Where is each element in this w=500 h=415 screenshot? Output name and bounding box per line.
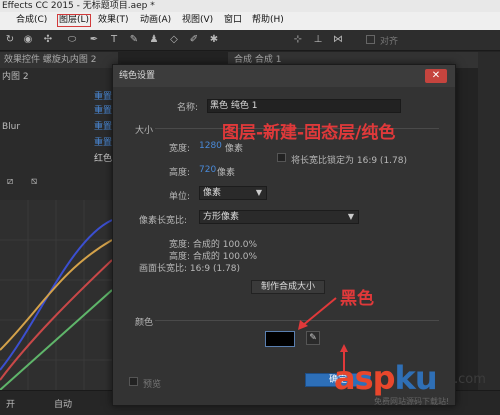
menu-animation[interactable]: 动画(A) — [140, 15, 171, 26]
pixel-aspect-value: 方形像素 — [203, 212, 240, 222]
brush-tool-icon[interactable]: ✎ — [128, 34, 140, 46]
solid-settings-dialog: 纯色设置 ✕ 名称: 黑色 纯色 1 大小 宽度: 1280 像素 高度: 72… — [112, 64, 456, 406]
camera-tool-icon[interactable]: ◉ — [22, 34, 34, 46]
menu-window[interactable]: 窗口 — [224, 15, 242, 26]
pixel-aspect-dropdown[interactable]: 方形像素 ▼ — [199, 210, 359, 224]
type-tool-icon[interactable]: T — [108, 34, 120, 46]
effect-row: 重置 — [0, 104, 118, 119]
name-label: 名称: — [177, 103, 199, 113]
right-panel — [478, 52, 500, 390]
height-unit: 像素 — [217, 168, 236, 178]
preview-label: 预览 — [143, 380, 162, 390]
toolbar: ↻ ◉ ✣ ⬭ ✒ T ✎ ♟ ◇ ✐ ✱ ⊹ ⊥ ⋈ 对齐 — [0, 30, 500, 51]
watermark: aspku .com 免费网站源码下载站! — [334, 360, 500, 406]
menu-effect[interactable]: 效果(T) — [98, 15, 129, 26]
size-section-label: 大小 — [135, 126, 154, 136]
units-dropdown[interactable]: 像素 ▼ — [199, 186, 267, 200]
height-value[interactable]: 720 — [199, 165, 216, 175]
effect-row: 重置 — [0, 136, 118, 151]
snap-checkbox[interactable] — [366, 35, 375, 44]
effect-controls-panel: 效果控件 螺旋丸内图 2 内图 2 重置 重置 Blur 重置 重置 红色 ⧄ … — [0, 52, 118, 391]
curve-graph[interactable] — [0, 200, 113, 391]
reset-link[interactable]: 重置 — [94, 104, 112, 119]
menu-help[interactable]: 帮助(H) — [252, 15, 284, 26]
lock-aspect-label: 将长宽比锁定为 16:9 (1.78) — [291, 156, 407, 166]
clone-stamp-tool-icon[interactable]: ♟ — [148, 34, 160, 46]
pen-tool-icon[interactable]: ✒ — [88, 34, 100, 46]
bottom-left-label: 开 — [6, 400, 16, 410]
roto-brush-tool-icon[interactable]: ✐ — [188, 34, 200, 46]
info-frame-aspect: 画面长宽比: 16:9 (1.78) — [139, 264, 241, 274]
chevron-down-icon: ▼ — [347, 212, 354, 221]
effect-row: 重置 — [0, 90, 118, 105]
watermark-subtitle: 免费网站源码下载站! — [374, 397, 450, 406]
reset-link[interactable]: 重置 — [94, 136, 112, 151]
units-label: 单位: — [169, 192, 191, 202]
puppet-tool-icon[interactable]: ✱ — [208, 34, 220, 46]
reset-link[interactable]: 重置 — [94, 120, 112, 135]
effect-label: Blur — [2, 122, 21, 132]
curve-graph-svg — [0, 200, 113, 391]
menu-composition[interactable]: 合成(C) — [16, 15, 47, 26]
preview-checkbox[interactable] — [129, 377, 138, 386]
pixel-aspect-label: 像素长宽比: — [139, 216, 188, 226]
color-section-label: 颜色 — [135, 318, 154, 328]
watermark-logo: aspku — [334, 359, 438, 397]
width-value[interactable]: 1280 — [199, 141, 222, 151]
color-swatch[interactable] — [265, 331, 295, 347]
close-button[interactable]: ✕ — [425, 69, 447, 83]
annotation-menu-path: 图层-新建-固态层/纯色 — [222, 123, 396, 143]
reset-link[interactable]: 重置 — [94, 90, 112, 105]
auto-button[interactable]: 自动 — [54, 397, 72, 410]
section-divider — [155, 320, 439, 321]
width-label: 宽度: — [169, 144, 191, 154]
rotate-tool-icon[interactable]: ↻ — [4, 34, 16, 46]
annotation-black: 黑色 — [340, 289, 374, 309]
effect-row: 红色 — [0, 152, 118, 167]
dialog-title: 纯色设置 — [113, 65, 455, 87]
pan-behind-tool-icon[interactable]: ✣ — [42, 34, 54, 46]
align-icon[interactable]: ⊥ — [312, 34, 324, 46]
snap-label: 对齐 — [380, 37, 399, 47]
graph-option-icon[interactable]: ⧅ — [28, 176, 40, 188]
eraser-tool-icon[interactable]: ◇ — [168, 34, 180, 46]
menu-view[interactable]: 视图(V) — [182, 15, 213, 26]
graph-toggle-icon[interactable]: ⧄ — [4, 176, 16, 188]
menu-bar: 合成(C) 图层(L) 效果(T) 动画(A) 视图(V) 窗口 帮助(H) — [0, 12, 500, 30]
make-comp-size-button[interactable]: 制作合成大小 — [251, 280, 325, 294]
chevron-down-icon: ▼ — [255, 188, 262, 197]
ellipse-tool-icon[interactable]: ⬭ — [66, 34, 78, 46]
menu-layer[interactable]: 图层(L) — [56, 14, 92, 27]
watermark-tld: .com — [454, 372, 486, 387]
units-value: 像素 — [203, 188, 222, 198]
channel-value[interactable]: 红色 — [94, 152, 112, 167]
distribute-icon[interactable]: ⋈ — [332, 34, 344, 46]
effect-row: Blur 重置 — [0, 120, 118, 135]
name-field[interactable]: 黑色 纯色 1 — [207, 99, 401, 113]
eyedropper-icon[interactable]: ✎ — [306, 331, 320, 345]
panel-subtitle: 内图 2 — [2, 72, 29, 82]
window-title: Effects CC 2015 - 无标题项目.aep * — [0, 0, 500, 12]
anchor-icon[interactable]: ⊹ — [292, 34, 304, 46]
effect-controls-tab[interactable]: 效果控件 螺旋丸内图 2 — [0, 52, 118, 68]
lock-aspect-checkbox[interactable] — [277, 153, 286, 162]
height-label: 高度: — [169, 168, 191, 178]
